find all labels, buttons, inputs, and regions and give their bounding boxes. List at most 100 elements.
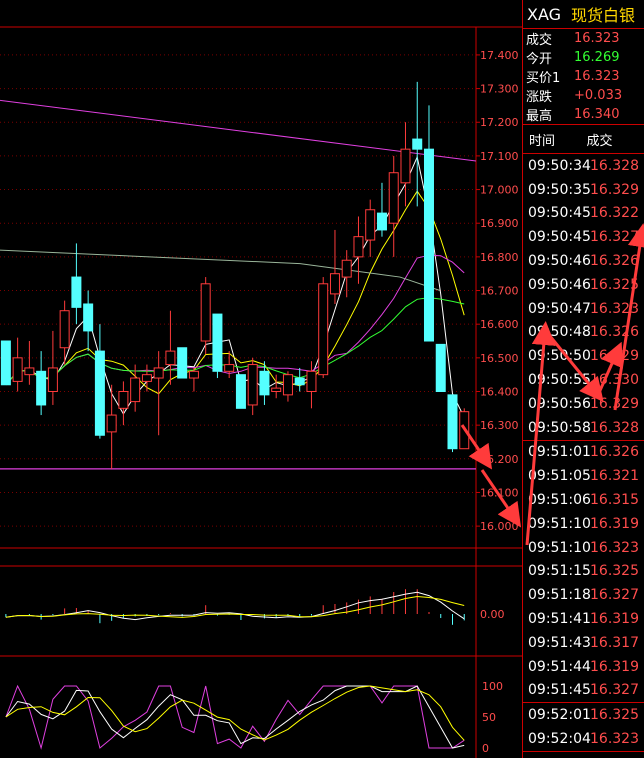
candle-body — [400, 148, 411, 184]
kdj-k — [5, 685, 465, 749]
candle — [94, 324, 105, 439]
candle — [400, 122, 411, 207]
tick-time: 09:52:04 — [528, 731, 591, 748]
tick-price: 16.328 — [590, 419, 639, 436]
candle-body — [259, 370, 270, 396]
tick-row: 09:51:05 16.321 — [523, 464, 644, 488]
price-tick-label: 17.000 — [480, 184, 519, 197]
candle — [59, 300, 70, 365]
candle-body — [153, 367, 164, 379]
price-tick-label: 16.500 — [480, 352, 519, 365]
candles[interactable] — [0, 81, 470, 469]
price-tick-label: 16.400 — [480, 385, 519, 398]
ticks-header: 时间 成交 — [523, 124, 644, 154]
long-ma-gray — [0, 249, 441, 291]
tick-price: 16.326 — [590, 444, 639, 461]
macd-panel: 0.00 — [5, 589, 505, 625]
tick-row: 09:51:45 16.327 — [523, 679, 644, 703]
tick-price: 16.323 — [590, 300, 639, 317]
quote-field: 今开 16.269 — [523, 48, 644, 67]
candle-body — [59, 310, 70, 349]
tick-time: 09:50:46 — [528, 276, 591, 293]
price-tick-label: 16.200 — [480, 453, 519, 466]
candle-body — [24, 367, 35, 376]
moving-average — [5, 297, 465, 386]
tick-price: 16.329 — [590, 181, 639, 198]
moving-average — [5, 254, 465, 386]
tick-row: 09:50:58 16.328 — [523, 416, 644, 440]
tick-time: 09:50:58 — [528, 419, 591, 436]
candle-body — [412, 138, 423, 150]
candlestick-chart[interactable]: 17.400 17.300 17.200 17.100 17.000 16.900 16.8… — [0, 0, 522, 758]
candle-body — [271, 387, 282, 392]
candle — [235, 374, 246, 409]
candle — [0, 340, 11, 386]
candle-body — [130, 377, 141, 403]
tick-row: 09:51:10 16.323 — [523, 536, 644, 560]
tick-time: 09:50:45 — [528, 205, 591, 222]
candle — [423, 105, 434, 342]
candle-body — [353, 236, 364, 258]
kdj-j — [5, 684, 465, 750]
symbol-name: 现货白银 — [571, 6, 636, 25]
candle-body — [318, 283, 329, 376]
quote-field-value: 16.323 — [574, 69, 620, 84]
candle — [12, 337, 23, 392]
tick-time: 09:50:34 — [528, 157, 591, 174]
quote-field-value: 16.340 — [574, 107, 620, 122]
tick-time: 09:50:35 — [528, 181, 591, 198]
tick-price: 16.325 — [590, 276, 639, 293]
tick-time: 09:51:05 — [528, 468, 591, 485]
tick-row: 09:50:47 16.323 — [523, 297, 644, 321]
candle-body — [459, 411, 470, 450]
candle — [459, 408, 470, 450]
price-tick-label: 17.100 — [480, 150, 519, 163]
candle — [71, 243, 82, 325]
tick-price: 16.317 — [590, 634, 639, 651]
tick-price: 16.329 — [590, 395, 639, 412]
ticks-header-price: 成交 — [586, 133, 613, 149]
candle-body — [94, 350, 105, 436]
candle-body — [365, 209, 376, 241]
quote-header: XAG 现货白银 — [523, 0, 644, 29]
tick-price: 16.325 — [590, 563, 639, 580]
tick-row: 09:50:46 16.325 — [523, 273, 644, 297]
macd-tick-label: 0.00 — [480, 608, 505, 621]
macd-dif — [5, 591, 465, 621]
candle — [141, 364, 152, 392]
tick-price: 16.315 — [590, 492, 639, 509]
candle — [294, 367, 305, 392]
tick-price: 16.330 — [590, 372, 639, 389]
tick-row: 09:52:01 16.325 — [523, 703, 644, 727]
candle-body — [294, 377, 305, 386]
quote-field: 成交 16.323 — [523, 29, 644, 48]
candle — [24, 341, 35, 385]
kdj-tick-label: 50 — [482, 711, 496, 724]
tick-price: 16.327 — [590, 682, 639, 699]
candle — [224, 351, 235, 379]
tick-time: 09:51:43 — [528, 634, 591, 651]
price-axis: 17.400 17.300 17.200 17.100 17.000 16.900 16.8… — [476, 49, 519, 533]
candle — [83, 290, 94, 352]
candle-body — [212, 313, 223, 372]
candle — [318, 277, 329, 379]
price-tick-label: 17.200 — [480, 116, 519, 129]
tick-row: 09:50:35 16.329 — [523, 178, 644, 202]
tick-list[interactable]: 09:50:34 16.328 09:50:35 16.329 09:50:45 16.3… — [523, 154, 644, 752]
tick-price: 16.319 — [590, 611, 639, 628]
tick-row: 09:51:01 16.326 — [523, 441, 644, 465]
candle — [388, 155, 399, 257]
candle-body — [341, 259, 352, 278]
tick-group: 09:51:01 16.326 09:51:05 16.321 09:51:06 16.3… — [523, 441, 644, 704]
price-tick-label: 16.900 — [480, 217, 519, 230]
tick-group: 09:50:34 16.328 09:50:35 16.329 09:50:45 16.3… — [523, 154, 644, 441]
candle-body — [141, 374, 152, 382]
tick-price: 16.323 — [590, 731, 639, 748]
candle — [282, 371, 293, 402]
candle-body — [306, 370, 317, 392]
candle — [435, 343, 446, 392]
tick-time: 09:51:18 — [528, 587, 591, 604]
tick-row: 09:50:46 16.326 — [523, 249, 644, 273]
tick-row: 09:51:43 16.317 — [523, 631, 644, 655]
quote-field-label: 买价1 — [526, 71, 561, 86]
